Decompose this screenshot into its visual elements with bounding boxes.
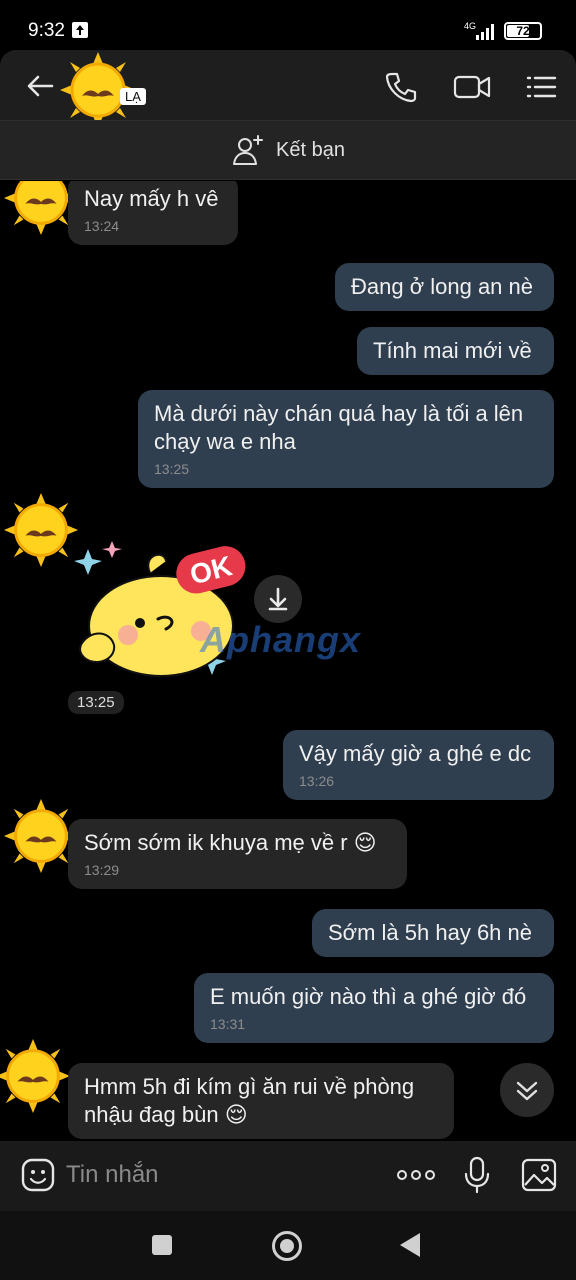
add-user-icon bbox=[233, 135, 263, 165]
battery-icon: 72 bbox=[504, 22, 542, 40]
message-bubble[interactable]: Mà dưới này chán quá hay là tối a lên ch… bbox=[138, 390, 554, 488]
message-text: Nay mấy h vê bbox=[84, 186, 219, 211]
message-input[interactable] bbox=[66, 1155, 366, 1195]
voice-button[interactable] bbox=[462, 1155, 492, 1195]
message-text: Sớm là 5h hay 6h nè bbox=[328, 920, 532, 945]
message-text: Đang ở long an nè bbox=[351, 274, 534, 299]
message-text: Hmm 5h đi kím gì ăn rui về phòng nhậu đa… bbox=[84, 1074, 415, 1127]
video-icon bbox=[453, 75, 491, 99]
message-time: 13:25 bbox=[68, 691, 124, 714]
add-friend-bar: Kết bạn bbox=[0, 120, 576, 180]
emoji-button[interactable] bbox=[20, 1157, 56, 1193]
call-button[interactable] bbox=[384, 70, 418, 104]
microphone-icon bbox=[464, 1156, 490, 1194]
back-button[interactable] bbox=[22, 68, 58, 104]
message-text: Vậy mấy giờ a ghé e dc bbox=[299, 741, 532, 766]
sender-avatar[interactable] bbox=[0, 1037, 72, 1115]
message-bubble[interactable]: Hmm 5h đi kím gì ăn rui về phòng nhậu đa… bbox=[68, 1063, 454, 1139]
message-time: 13:24 bbox=[84, 218, 120, 234]
add-friend-button[interactable]: Kết bạn bbox=[232, 133, 345, 167]
image-icon bbox=[521, 1158, 557, 1192]
message-text: Mà dưới này chán quá hay là tối a lên ch… bbox=[154, 401, 524, 454]
list-icon bbox=[526, 76, 557, 98]
sun-mustache-icon bbox=[0, 1038, 71, 1114]
home-button[interactable] bbox=[272, 1231, 302, 1261]
status-time: 9:32 bbox=[28, 20, 65, 41]
message-bubble[interactable]: Vậy mấy giờ a ghé e dc 13:26 bbox=[283, 730, 554, 800]
phone-icon bbox=[385, 72, 417, 103]
message-time: 13:26 bbox=[299, 773, 335, 789]
arrow-left-icon bbox=[27, 75, 54, 97]
chat-area[interactable]: Nay mấy h vê 13:24 Đang ở long an nè Tín… bbox=[0, 181, 576, 1141]
more-options-button[interactable] bbox=[396, 1165, 436, 1185]
message-text: Tính mai mới về bbox=[373, 338, 532, 363]
system-back-button[interactable] bbox=[400, 1233, 420, 1257]
message-bubble[interactable]: Đang ở long an nè bbox=[335, 263, 554, 311]
download-icon bbox=[268, 587, 288, 611]
message-bubble[interactable]: E muốn giờ nào thì a ghé giờ đó 13:31 bbox=[194, 973, 554, 1043]
message-composer bbox=[0, 1141, 576, 1211]
system-nav-bar bbox=[0, 1211, 576, 1280]
upload-icon bbox=[72, 22, 88, 38]
message-time: 13:25 bbox=[154, 461, 190, 477]
scroll-down-button[interactable] bbox=[500, 1063, 554, 1117]
message-bubble[interactable]: Sớm sớm ik khuya mẹ về r 😌 13:29 bbox=[68, 819, 407, 889]
sticker-face-icon bbox=[21, 1158, 55, 1192]
battery-level: 72 bbox=[516, 24, 530, 38]
recents-button[interactable] bbox=[152, 1235, 172, 1255]
message-time: 13:29 bbox=[84, 862, 120, 878]
message-bubble[interactable]: Sớm là 5h hay 6h nè bbox=[312, 909, 554, 957]
more-dots-icon bbox=[397, 1170, 435, 1180]
download-button[interactable] bbox=[254, 575, 302, 623]
message-text: Sớm sớm ik khuya mẹ về r 😌 bbox=[84, 830, 377, 855]
double-chevron-down-icon bbox=[516, 1081, 538, 1101]
image-button[interactable] bbox=[520, 1157, 558, 1193]
network-label: 4G bbox=[464, 21, 476, 31]
message-bubble[interactable]: Tính mai mới về bbox=[357, 327, 554, 375]
add-friend-label: Kết bạn bbox=[276, 138, 345, 161]
chat-header: LẠ bbox=[0, 50, 576, 128]
message-text: E muốn giờ nào thì a ghé giờ đó bbox=[210, 984, 527, 1009]
message-time: 13:31 bbox=[210, 1016, 246, 1032]
video-call-button[interactable] bbox=[452, 70, 492, 104]
stranger-badge: LẠ bbox=[120, 88, 146, 105]
signal-icon: 4G bbox=[460, 20, 500, 47]
message-bubble[interactable]: Nay mấy h vê 13:24 bbox=[68, 181, 238, 245]
menu-button[interactable] bbox=[524, 70, 558, 104]
watermark: Aphangx bbox=[200, 619, 362, 660]
